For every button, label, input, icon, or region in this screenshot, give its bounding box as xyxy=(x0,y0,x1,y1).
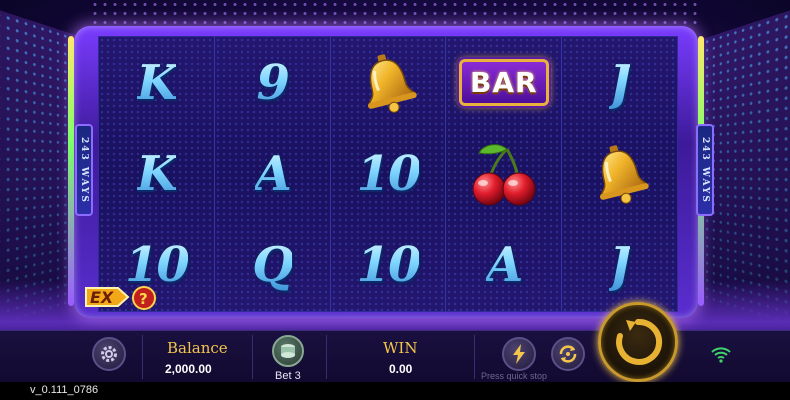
quick-stop-hint: Press quick stop xyxy=(481,371,548,381)
reel-5: JJ xyxy=(562,37,677,311)
divider xyxy=(326,335,327,379)
symbol-cell: A xyxy=(215,128,330,219)
symbol-a: A xyxy=(486,237,523,294)
bet-button[interactable] xyxy=(272,335,304,367)
symbol-10: 10 xyxy=(356,145,422,202)
turbo-button[interactable] xyxy=(502,337,536,371)
symbol-cell: 10 xyxy=(331,128,446,219)
settings-button[interactable] xyxy=(92,337,126,371)
svg-text:?: ? xyxy=(139,290,148,308)
bell-icon xyxy=(590,141,650,207)
bell-icon xyxy=(358,50,418,116)
turbo-lightning-icon xyxy=(513,344,525,364)
symbol-cell xyxy=(331,37,446,128)
cherry-icon xyxy=(467,141,541,207)
symbol-bar-label: BAR xyxy=(470,66,538,100)
symbol-cell: 9 xyxy=(215,37,330,128)
version-label: v_0.111_0786 xyxy=(30,384,99,396)
autospin-icon xyxy=(559,345,577,363)
balance-label: Balance xyxy=(167,339,228,357)
ex-badge-label: EX xyxy=(90,288,114,307)
symbol-k: K xyxy=(136,145,179,202)
symbol-cell: K xyxy=(99,37,214,128)
symbol-cell: J xyxy=(562,220,677,311)
win-label: WIN xyxy=(383,339,418,357)
chips-icon xyxy=(281,344,295,358)
symbol-cell xyxy=(562,128,677,219)
symbol-k: K xyxy=(136,54,179,111)
symbol-cell: Q xyxy=(215,220,330,311)
balance-value: 2,000.00 xyxy=(165,362,212,376)
symbol-j: J xyxy=(609,54,632,111)
symbol-cell: J xyxy=(562,37,677,128)
symbol-cell: K xyxy=(99,128,214,219)
bet-label: Bet 3 xyxy=(275,370,301,382)
reel-2: 9 AQ xyxy=(214,37,331,311)
divider xyxy=(252,335,253,379)
win-value: 0.00 xyxy=(389,362,413,376)
divider xyxy=(474,335,475,379)
ways-badge-left: 243 WAYS xyxy=(75,124,93,216)
symbol-cell: A xyxy=(446,220,561,311)
symbol-cell: BAR xyxy=(446,37,561,128)
symbol-10: 10 xyxy=(356,237,422,294)
symbol-cell: 10 xyxy=(331,220,446,311)
spin-button[interactable] xyxy=(598,302,678,382)
wifi-icon xyxy=(711,347,731,363)
ways-badge-right: 243 WAYS xyxy=(696,124,714,216)
symbol-j: J xyxy=(609,237,632,294)
reel-3: 10 10 xyxy=(330,37,447,311)
reel-grid[interactable]: K K 10 9 A Q 10 10 BAR A J J xyxy=(98,36,678,312)
symbol-a: A xyxy=(254,145,292,202)
symbol-q: Q xyxy=(252,237,294,294)
symbol-9: 9 xyxy=(256,54,289,111)
ex-feature-badge[interactable]: EX ? xyxy=(82,280,162,314)
settings-gear-icon xyxy=(101,346,117,362)
divider xyxy=(142,335,143,379)
reel-1: K K 10 xyxy=(99,37,215,311)
symbol-bar: BAR xyxy=(459,59,549,107)
top-light-dots xyxy=(90,0,700,28)
autospin-button[interactable] xyxy=(551,337,585,371)
symbol-cell xyxy=(446,128,561,219)
reel-4: BAR A xyxy=(446,37,563,311)
version-strip: v_0.111_0786 xyxy=(0,382,790,400)
spin-arrow-icon xyxy=(616,318,663,365)
